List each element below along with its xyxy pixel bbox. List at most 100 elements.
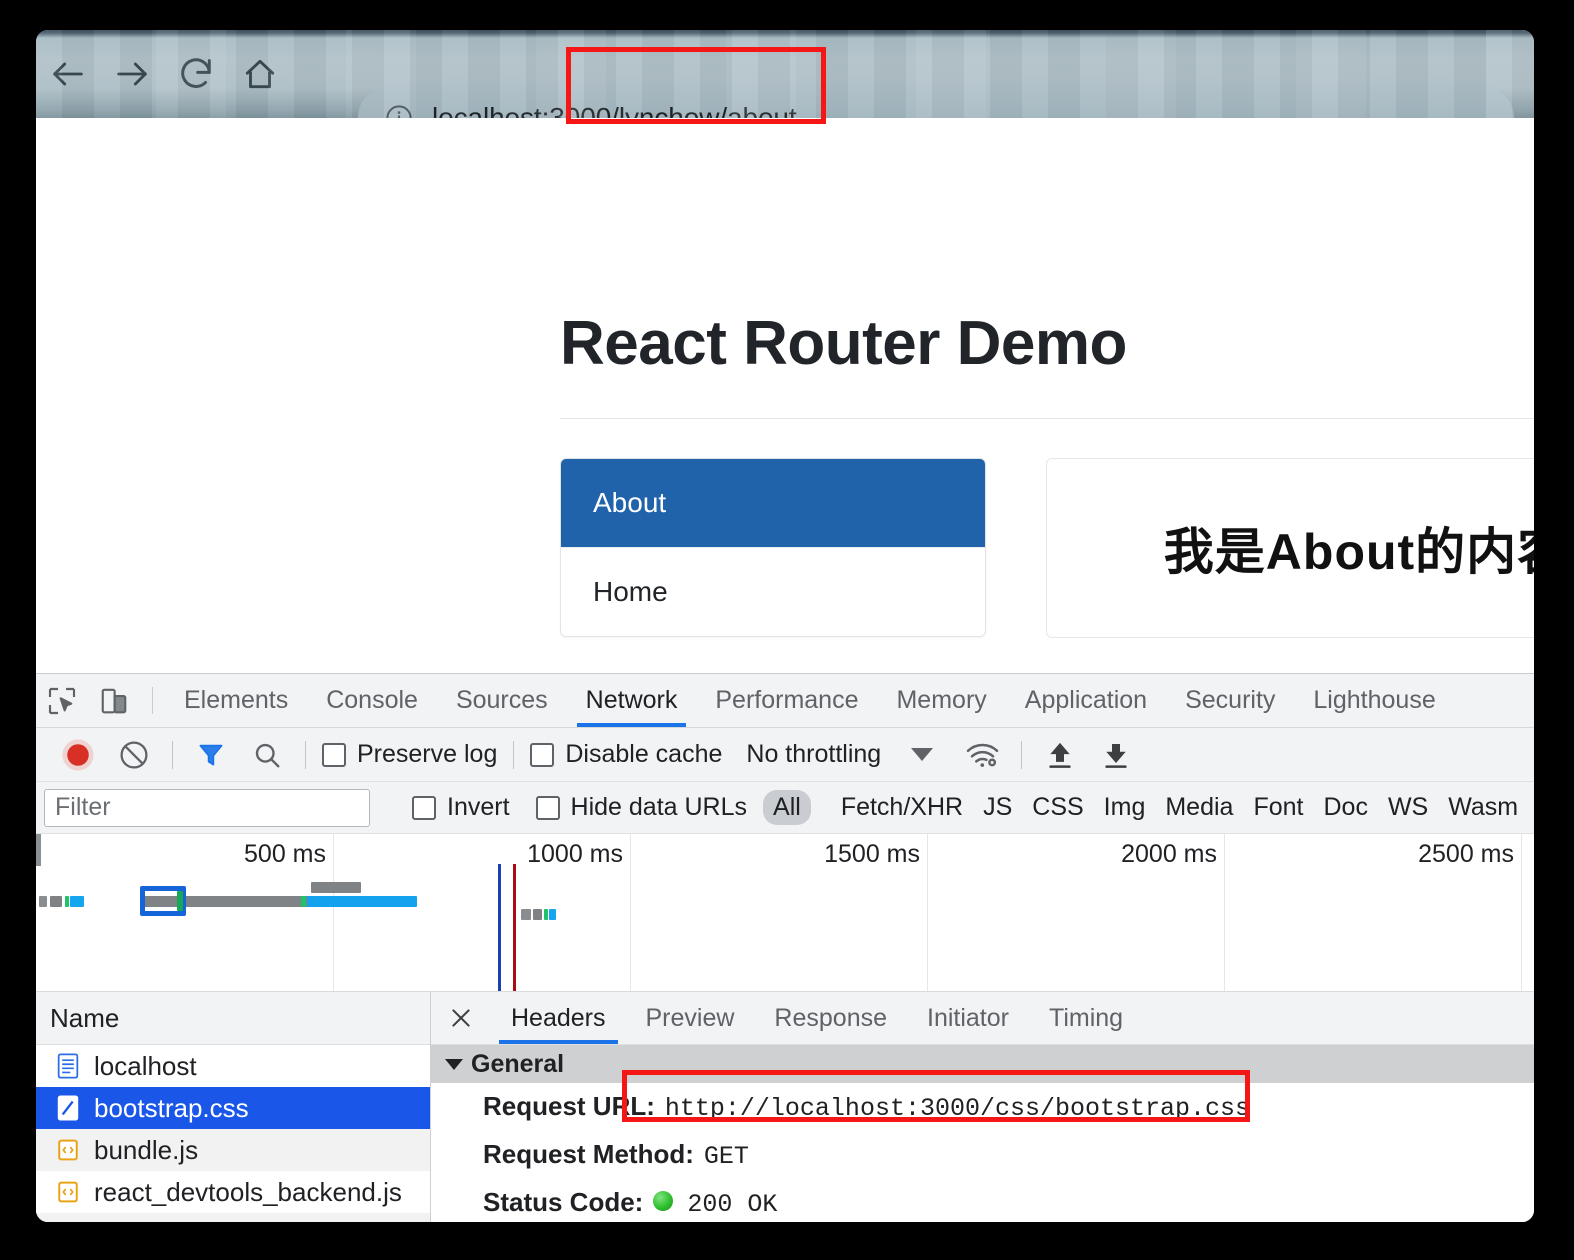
gridline <box>1521 834 1522 991</box>
back-arrow-icon[interactable] <box>36 30 100 118</box>
gridline <box>333 834 334 991</box>
devtools-tab-lighthouse[interactable]: Lighthouse <box>1294 674 1454 727</box>
overview-tick-2500: 2500 ms <box>1418 840 1514 868</box>
checkbox-box[interactable] <box>535 795 560 820</box>
filter-type-font[interactable]: Font <box>1243 790 1313 825</box>
general-section-header[interactable]: General <box>431 1045 1534 1083</box>
overview-bar <box>50 896 62 907</box>
devtools-panel: Elements Console Sources Network Perform… <box>36 673 1534 1222</box>
request-name: bundle.js <box>94 1134 199 1165</box>
filter-type-css[interactable]: CSS <box>1022 790 1093 825</box>
devtools-tab-elements[interactable]: Elements <box>165 674 307 727</box>
request-row-ws[interactable]: ws <box>36 1213 430 1222</box>
preserve-log-checkbox[interactable]: Preserve log <box>316 740 503 769</box>
overview-bar <box>544 909 548 920</box>
checkbox-box[interactable] <box>530 742 555 767</box>
wifi-gear-icon[interactable] <box>955 728 1011 782</box>
info-circle-icon[interactable] <box>384 103 414 118</box>
filter-type-wasm[interactable]: Wasm <box>1438 790 1528 825</box>
request-row-react-devtools-backend-js[interactable]: react_devtools_backend.js <box>36 1171 430 1213</box>
detail-tab-headers[interactable]: Headers <box>491 992 626 1044</box>
page-viewport: React Router Demo About Home 我是About的内容 <box>36 118 1534 673</box>
device-toolbar-icon[interactable] <box>88 674 140 727</box>
detail-tab-response[interactable]: Response <box>754 992 907 1044</box>
request-row-bundle-js[interactable]: bundle.js <box>36 1129 430 1171</box>
magnifier-search-icon[interactable] <box>239 728 295 782</box>
detail-tab-preview[interactable]: Preview <box>626 992 755 1044</box>
field-value: 200 OK <box>687 1190 778 1219</box>
record-circle-icon[interactable] <box>50 728 106 782</box>
devtools-tab-sources[interactable]: Sources <box>437 674 567 727</box>
chevron-down-icon[interactable] <box>911 748 934 761</box>
detail-tab-initiator[interactable]: Initiator <box>907 992 1029 1044</box>
filter-type-fetch-xhr[interactable]: Fetch/XHR <box>831 790 973 825</box>
filter-type-media[interactable]: Media <box>1155 790 1243 825</box>
network-overview-timeline[interactable]: 500 ms 1000 ms 1500 ms 2000 ms 2500 ms <box>36 834 1534 992</box>
overview-bar <box>70 896 84 907</box>
inspect-element-icon[interactable] <box>36 674 88 727</box>
request-list-column-name[interactable]: Name <box>36 992 430 1045</box>
overview-tick-500: 500 ms <box>244 840 326 868</box>
toolbar-divider <box>513 740 515 769</box>
request-list: Name localhost bootstrap.css bundle.js r… <box>36 992 431 1222</box>
navigation-buttons <box>36 30 292 118</box>
disable-cache-checkbox[interactable]: Disable cache <box>524 740 728 769</box>
checkbox-box[interactable] <box>412 795 436 820</box>
close-x-icon[interactable] <box>431 992 491 1044</box>
detail-tab-timing[interactable]: Timing <box>1029 992 1143 1044</box>
overview-tick-2000: 2000 ms <box>1121 840 1217 868</box>
devtools-tab-performance[interactable]: Performance <box>696 674 877 727</box>
route-content-card: 我是About的内容 <box>1046 458 1534 638</box>
generic-icon <box>56 1220 80 1222</box>
devtools-tab-network[interactable]: Network <box>567 674 697 727</box>
devtools-tab-application[interactable]: Application <box>1006 674 1166 727</box>
general-section-label: General <box>471 1049 565 1078</box>
clear-prohibited-icon[interactable] <box>106 728 162 782</box>
script-icon <box>56 1178 80 1206</box>
request-row-bootstrap-css[interactable]: bootstrap.css <box>36 1087 430 1129</box>
field-request-method: Request Method: GET <box>431 1131 1534 1179</box>
filter-type-ws[interactable]: WS <box>1378 790 1438 825</box>
request-name: localhost <box>94 1050 197 1081</box>
home-icon[interactable] <box>228 30 292 118</box>
upload-arrow-icon[interactable] <box>1032 728 1088 782</box>
devtools-tab-security[interactable]: Security <box>1166 674 1294 727</box>
document-icon <box>56 1052 80 1080</box>
filter-input[interactable] <box>44 788 370 827</box>
overview-bar <box>307 896 417 907</box>
filter-type-all[interactable]: All <box>763 790 811 825</box>
invert-label: Invert <box>447 793 510 821</box>
reload-icon[interactable] <box>164 30 228 118</box>
hide-data-urls-checkbox[interactable]: Hide data URLs <box>530 793 753 822</box>
overview-bar <box>65 896 69 907</box>
field-request-url: Request URL: http://localhost:3000/css/b… <box>431 1083 1534 1131</box>
filter-type-img[interactable]: Img <box>1094 790 1156 825</box>
throttling-select-value[interactable]: No throttling <box>746 740 881 769</box>
nav-item-about[interactable]: About <box>561 459 985 548</box>
hide-data-urls-label: Hide data URLs <box>570 793 748 821</box>
request-name: react_devtools_backend.js <box>94 1176 402 1207</box>
funnel-filter-icon[interactable] <box>183 728 239 782</box>
field-value[interactable]: http://localhost:3000/css/bootstrap.css <box>665 1094 1250 1123</box>
forward-arrow-icon[interactable] <box>100 30 164 118</box>
route-content-text: 我是About的内容 <box>1163 524 1534 580</box>
checkbox-box[interactable] <box>322 742 346 767</box>
invert-checkbox[interactable]: Invert <box>406 793 516 822</box>
request-row-localhost[interactable]: localhost <box>36 1045 430 1087</box>
devtools-tab-memory[interactable]: Memory <box>877 674 1005 727</box>
overview-bar <box>39 896 47 907</box>
page-container: React Router Demo About Home 我是About的内容 <box>36 118 1534 673</box>
toolbar-divider <box>1021 740 1023 769</box>
devtools-tabbar: Elements Console Sources Network Perform… <box>36 674 1534 728</box>
nav-item-home[interactable]: Home <box>561 548 985 636</box>
address-bar[interactable]: localhost:3000/lynchow/about <box>358 86 1514 118</box>
filter-type-doc[interactable]: Doc <box>1313 790 1377 825</box>
filter-type-js[interactable]: JS <box>973 790 1022 825</box>
load-event-line <box>513 864 516 991</box>
download-arrow-icon[interactable] <box>1088 728 1144 782</box>
overview-bar <box>177 891 183 911</box>
overview-bar <box>533 909 542 920</box>
filter-type-manifest[interactable]: Manifest <box>1528 790 1534 825</box>
gridline <box>630 834 631 991</box>
devtools-tab-console[interactable]: Console <box>307 674 437 727</box>
